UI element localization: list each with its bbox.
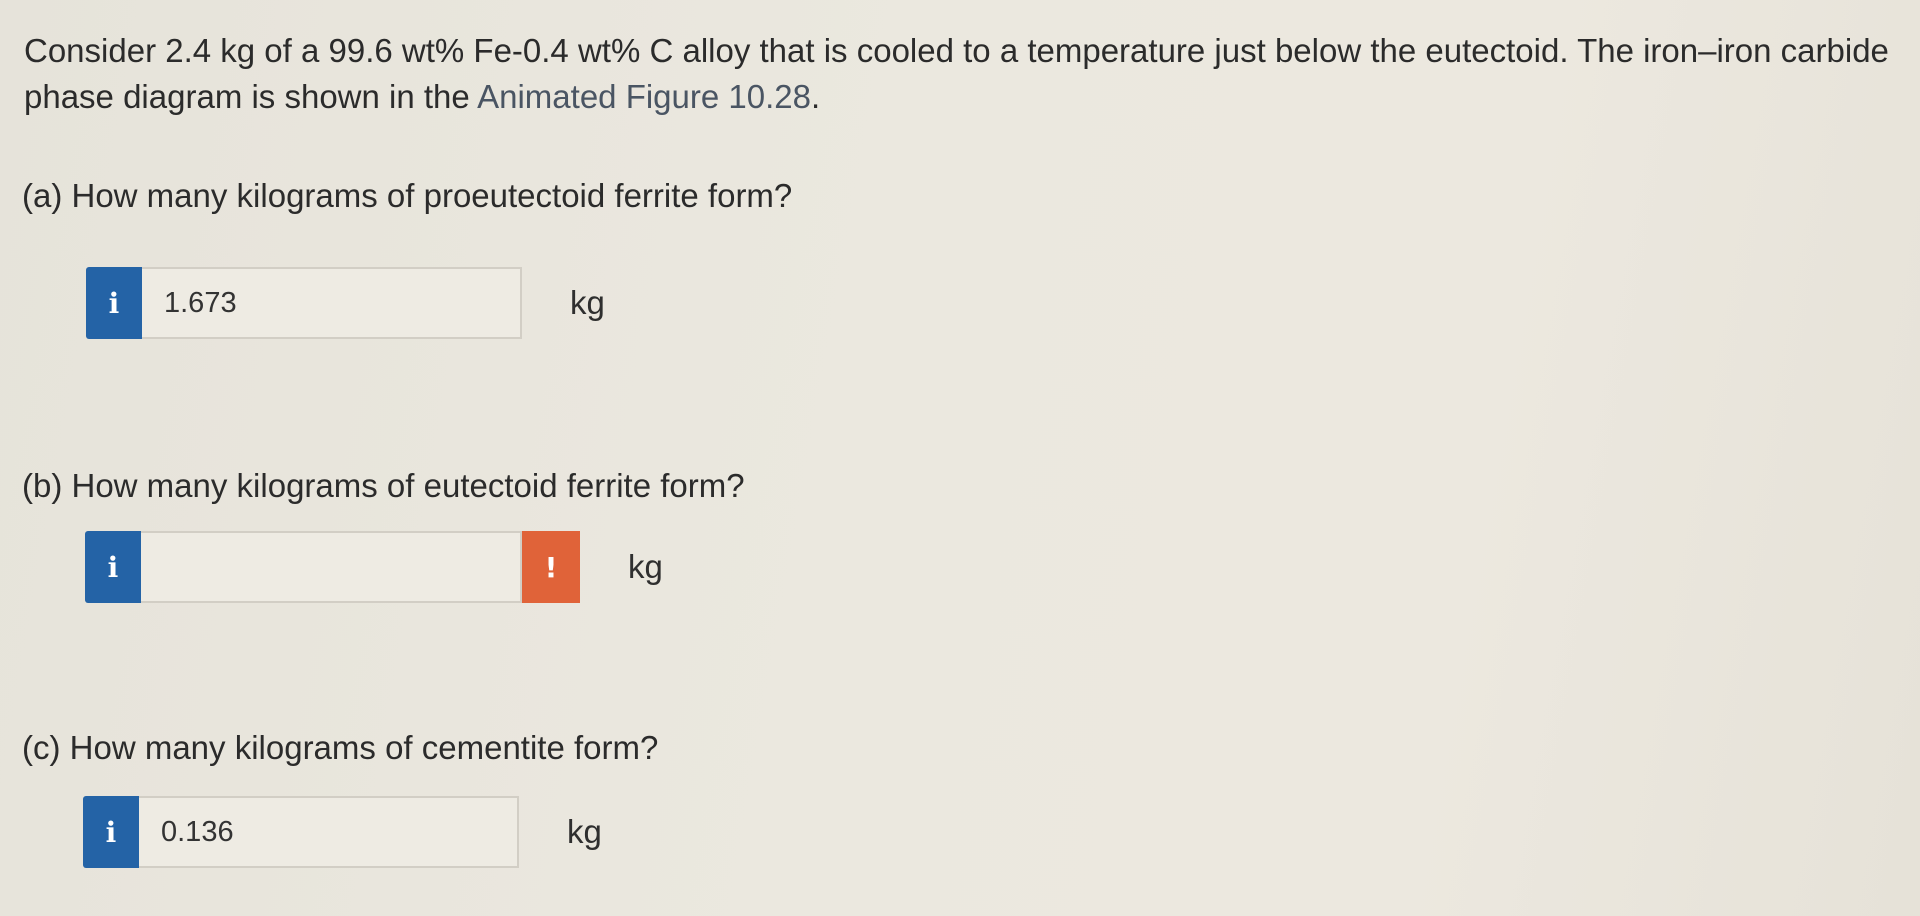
answer-row-c: i kg xyxy=(83,796,602,868)
info-icon[interactable]: i xyxy=(83,796,139,868)
unit-label: kg xyxy=(628,548,663,585)
figure-link[interactable]: Animated Figure 10.28 xyxy=(477,78,811,115)
answer-c-input[interactable] xyxy=(139,796,519,868)
answer-b-input[interactable] xyxy=(141,531,522,603)
question-c-prompt: (c) How many kilograms of cementite form… xyxy=(22,729,659,766)
problem-text-end: . xyxy=(810,78,821,115)
answer-a-input[interactable] xyxy=(142,267,522,339)
answer-row-a: i kg xyxy=(86,267,605,339)
problem-statement: Consider 2.4 kg of a 99.6 wt% Fe-0.4 wt%… xyxy=(24,28,1904,120)
unit-label: kg xyxy=(567,813,602,850)
unit-label: kg xyxy=(570,284,605,321)
info-icon[interactable]: i xyxy=(86,267,142,339)
answer-row-b: i ! kg xyxy=(85,531,663,603)
alert-icon[interactable]: ! xyxy=(522,531,580,603)
problem-text: Consider 2.4 kg of a 99.6 wt% Fe-0.4 wt%… xyxy=(24,32,1889,115)
info-icon[interactable]: i xyxy=(85,531,141,603)
question-a-prompt: (a) How many kilograms of proeutectoid f… xyxy=(22,177,793,214)
question-b-prompt: (b) How many kilograms of eutectoid ferr… xyxy=(22,467,745,504)
